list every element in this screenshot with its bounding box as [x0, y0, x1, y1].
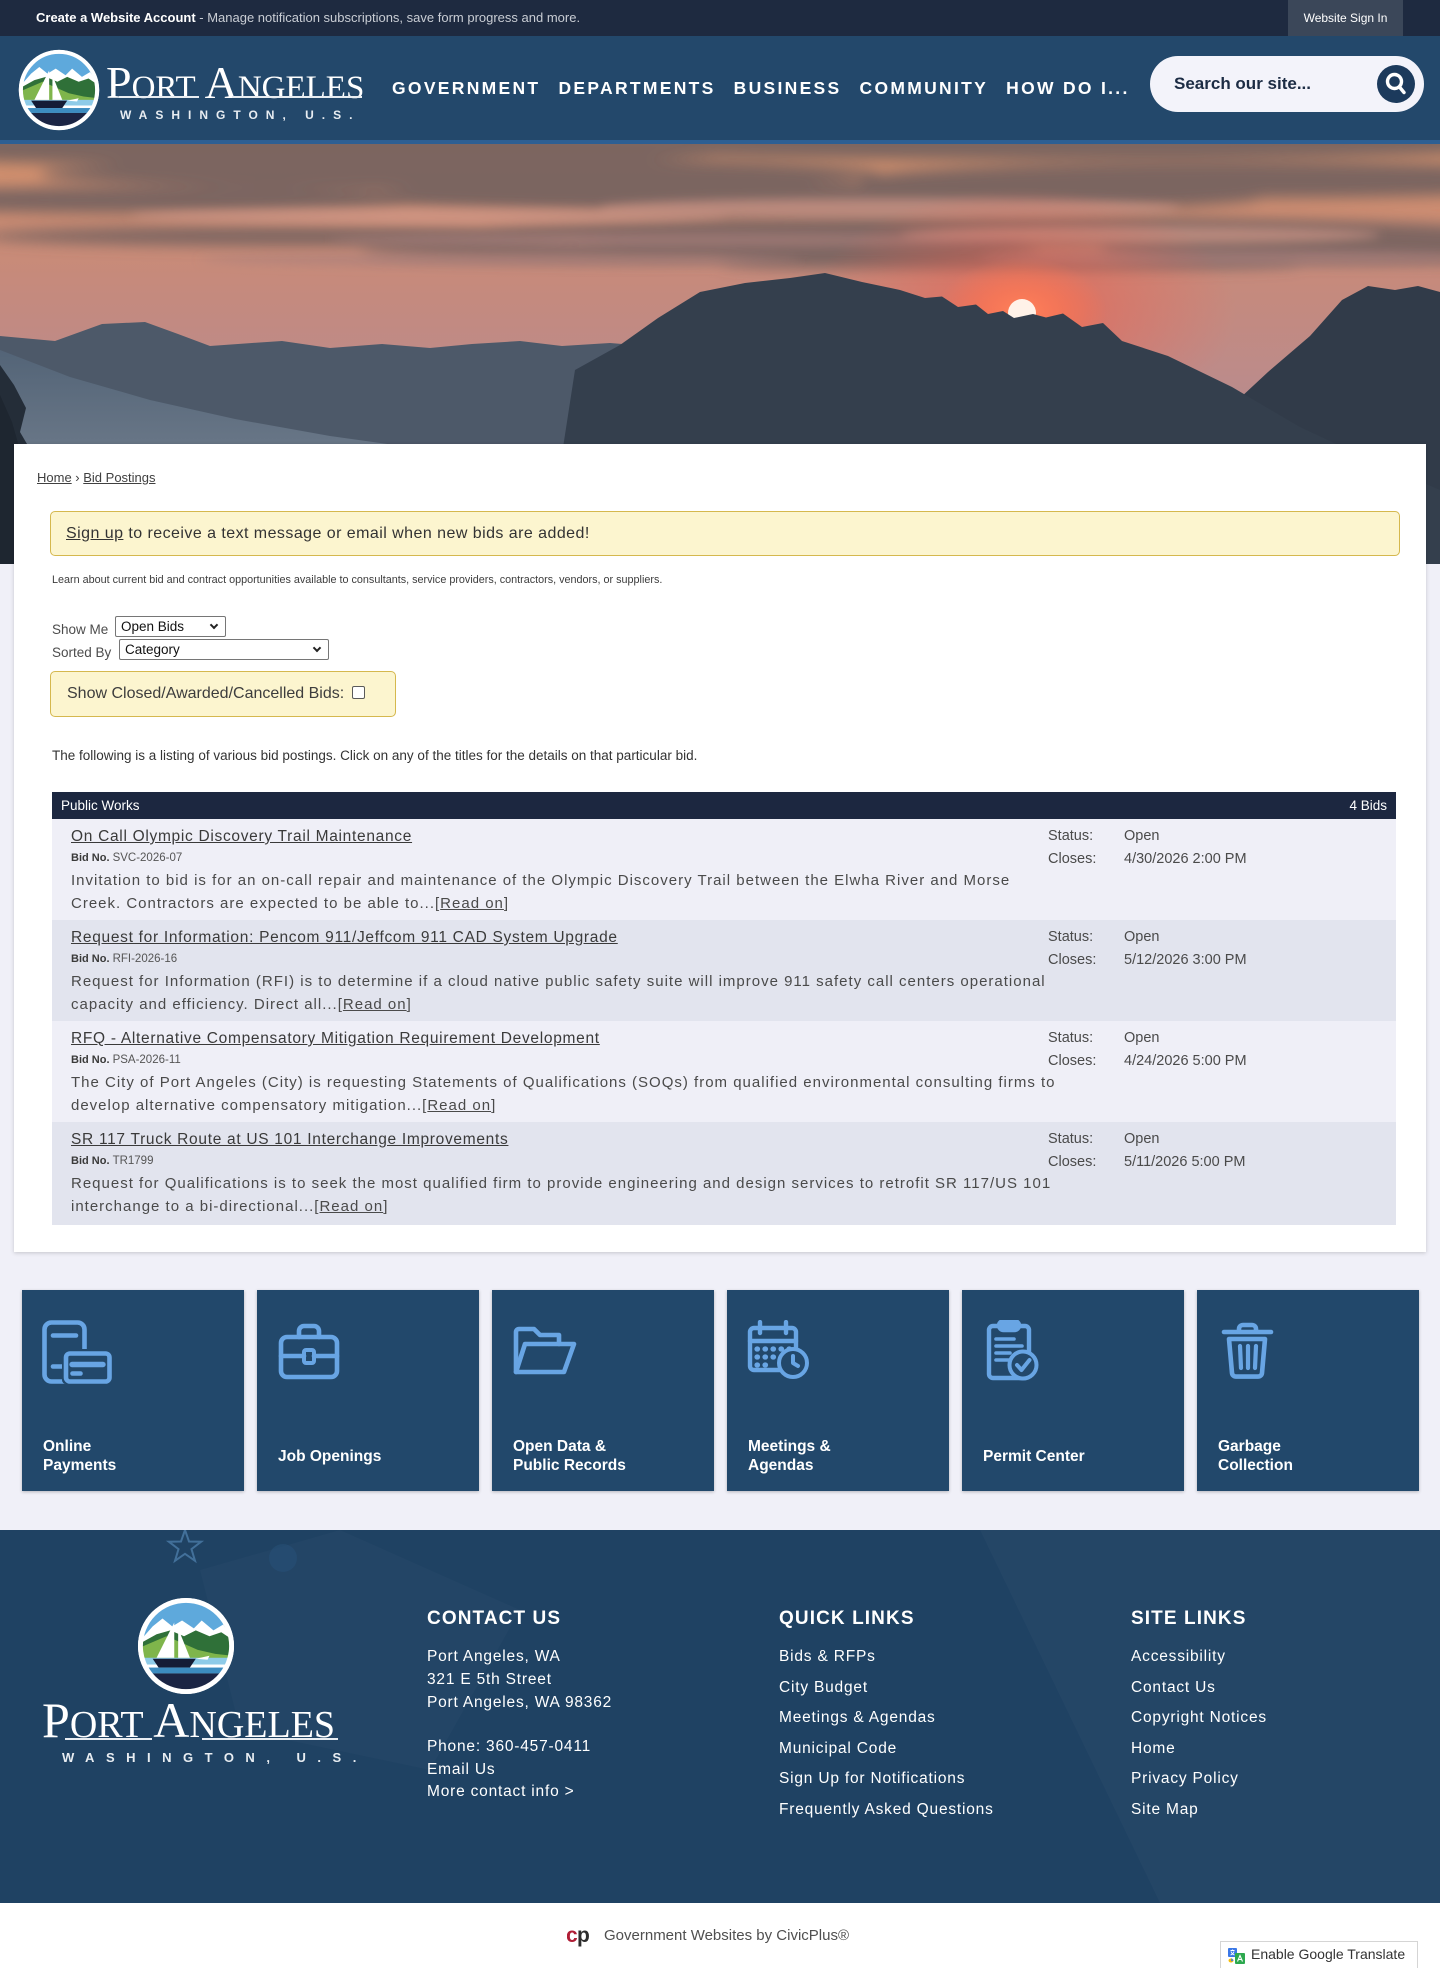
- svg-text:p: p: [577, 1924, 590, 1947]
